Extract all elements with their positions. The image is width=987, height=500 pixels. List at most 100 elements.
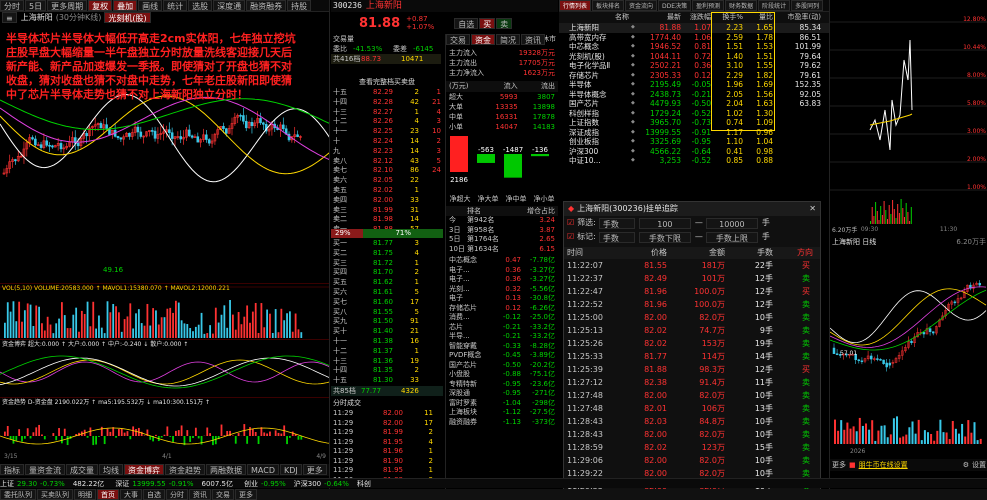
- netflow-tab-1[interactable]: 净大单: [474, 194, 502, 204]
- market-row[interactable]: 上海新阳 ◆ 81.88 1.07 2.23 1.65 85.34: [559, 23, 829, 33]
- detail-tab-2[interactable]: 简况: [496, 34, 520, 45]
- indicator-tab-0[interactable]: 指标: [0, 464, 24, 475]
- indicator-tab-9[interactable]: 更多: [302, 464, 327, 475]
- market-tab-3[interactable]: DDE决策: [658, 0, 692, 11]
- menu-button[interactable]: ≡: [2, 12, 17, 23]
- nav-item-1[interactable]: 大事: [120, 489, 142, 500]
- market-tab-6[interactable]: 阶段统计: [758, 0, 791, 11]
- sector-name[interactable]: 深股通: [449, 389, 491, 399]
- queue-tab-2[interactable]: 明细: [74, 489, 96, 500]
- toolbar-button-10[interactable]: 持股: [287, 0, 312, 11]
- sector-name[interactable]: 光刻...: [449, 285, 491, 295]
- self-select-button[interactable]: 自选: [454, 17, 479, 29]
- detail-tab[interactable]: 分时成交: [333, 398, 361, 408]
- sector-name[interactable]: 半导...: [449, 332, 491, 342]
- market-tab-0[interactable]: 行情列表: [559, 0, 592, 11]
- filter1-to[interactable]: 10000: [705, 217, 758, 229]
- buy-button[interactable]: 买: [479, 17, 496, 29]
- filter1-from[interactable]: 100: [638, 217, 691, 229]
- view-queue-link[interactable]: 查看完整档买卖盘: [359, 77, 415, 87]
- indicator-tab-2[interactable]: 成交量: [66, 464, 98, 475]
- sector-name[interactable]: 芯片: [449, 323, 491, 333]
- filter2-to[interactable]: 手数上限: [705, 231, 758, 243]
- market-row[interactable]: 国产芯片 ◆ 4479.93 -0.50 2.04 1.63 63.83: [559, 99, 829, 109]
- indicator-tab-3[interactable]: 均线: [99, 464, 123, 475]
- market-tab-4[interactable]: 盈利预测: [692, 0, 725, 11]
- filter1-checkbox[interactable]: ☑: [567, 216, 574, 230]
- toolbar-button-5[interactable]: 画线: [138, 0, 163, 11]
- filter1-select[interactable]: 手数: [598, 217, 635, 229]
- detail-tab-0[interactable]: 交易: [446, 34, 470, 45]
- sector-name[interactable]: 中芯概念: [449, 256, 491, 266]
- sector-name[interactable]: 智能穿戴: [449, 342, 491, 352]
- market-tab-2[interactable]: 资金流向: [625, 0, 658, 11]
- toolbar-button-9[interactable]: 融资融券: [246, 0, 287, 11]
- indicator-tab-1[interactable]: 量资金流: [25, 464, 65, 475]
- sector-name[interactable]: 电子...: [449, 275, 491, 285]
- nav-item-4[interactable]: 资讯: [189, 489, 211, 500]
- indicator-tab-5[interactable]: 资金趋势: [165, 464, 205, 475]
- market-row[interactable]: 存储芯片 ◆ 2305.33 0.12 2.29 1.82 79.61: [559, 71, 829, 81]
- market-row[interactable]: 中芯概念 ◆ 1946.52 0.81 1.51 1.53 101.99: [559, 42, 829, 52]
- market-row[interactable]: 科创样指 ◆ 1729.24 -0.52 1.02 1.30: [559, 109, 829, 119]
- market-row[interactable]: 上证指数 ◆ 3965.70 -0.73 0.74 1.09: [559, 118, 829, 128]
- indicator-tab-7[interactable]: MACD: [247, 464, 279, 475]
- indicator-tab-6[interactable]: 两融数据: [206, 464, 246, 475]
- market-row[interactable]: 中证10... ◆ 3,253 -0.52 0.85 0.88: [559, 156, 829, 166]
- ad-right[interactable]: 设置: [972, 459, 986, 471]
- more-link[interactable]: 更多: [832, 459, 846, 471]
- market-row[interactable]: 半导体概念 ◆ 2438.73 -0.21 2.05 1.56 92.05: [559, 90, 829, 100]
- toolbar-button-1[interactable]: 5日: [25, 0, 47, 11]
- sector-name[interactable]: 富时罗素: [449, 399, 491, 409]
- sector-name[interactable]: 上海板块: [449, 408, 491, 418]
- filter2-checkbox[interactable]: ☑: [567, 230, 574, 244]
- nav-item-3[interactable]: 分时: [166, 489, 188, 500]
- sector-name[interactable]: 电子: [449, 294, 491, 304]
- netflow-tab-0[interactable]: 净超大: [446, 194, 474, 204]
- nav-item-0[interactable]: 首页: [97, 489, 119, 500]
- toolbar-button-8[interactable]: 深度通: [213, 0, 246, 11]
- sell-button[interactable]: 卖: [496, 17, 513, 29]
- popup-close-icon[interactable]: ✕: [809, 202, 816, 216]
- ad-label[interactable]: 朋牛币在线设置: [859, 459, 908, 471]
- market-row[interactable]: 沪深300 ◆ 4566.22 -0.64 0.41 0.98: [559, 147, 829, 157]
- sector-name[interactable]: 存储芯片: [449, 304, 491, 314]
- indicator-tab-8[interactable]: KDJ: [279, 464, 302, 475]
- toolbar-button-6[interactable]: 统计: [163, 0, 188, 11]
- filter2-select[interactable]: 手数: [598, 231, 635, 243]
- nav-item-2[interactable]: 自选: [143, 489, 165, 500]
- concept-tag[interactable]: 光刻机(股): [104, 12, 151, 23]
- detail-tab-3[interactable]: 资讯: [521, 34, 545, 45]
- sector-name[interactable]: 国产芯片: [449, 361, 491, 371]
- gear-icon[interactable]: ⚙: [963, 459, 969, 471]
- sector-name[interactable]: 小盘股: [449, 370, 491, 380]
- netflow-tab-3[interactable]: 净小单: [530, 194, 558, 204]
- queue-tab-1[interactable]: 买卖队列: [37, 489, 73, 500]
- toolbar-button-0[interactable]: 分时: [0, 0, 24, 11]
- indicator-tab-4[interactable]: 资金博弈: [124, 464, 164, 475]
- market-row[interactable]: 光刻机(股) ◆ 1044.11 0.72 1.40 1.51 79.64: [559, 52, 829, 62]
- toolbar-button-7[interactable]: 选股: [188, 0, 213, 11]
- sector-name[interactable]: 电子...: [449, 266, 491, 276]
- market-row[interactable]: 高带宽内存 ◆ 1774.40 1.06 2.59 1.78 86.51: [559, 33, 829, 43]
- toolbar-button-3[interactable]: 复权: [88, 0, 113, 11]
- netflow-tab-2[interactable]: 净中单: [502, 194, 530, 204]
- detail-tab-1[interactable]: 资金: [471, 34, 495, 45]
- sector-name[interactable]: 融资融券: [449, 418, 491, 428]
- market-row[interactable]: 深证成指 ◆ 13999.55 -0.91 1.17 0.96: [559, 128, 829, 138]
- market-row[interactable]: 创业板指 ◆ 3325.69 -0.95 1.10 1.04: [559, 137, 829, 147]
- toolbar-button-2[interactable]: 更多周期: [47, 0, 88, 11]
- sector-name[interactable]: PVDF概念: [449, 351, 491, 361]
- market-row[interactable]: 半导体 ◆ 2195.49 -0.05 1.96 1.69 152.35: [559, 80, 829, 90]
- nav-item-5[interactable]: 交易: [212, 489, 234, 500]
- market-tab-1[interactable]: 板块排名: [592, 0, 625, 11]
- sector-name[interactable]: 消费...: [449, 313, 491, 323]
- market-tab-7[interactable]: 多股同列: [791, 0, 824, 11]
- filter2-from[interactable]: 手数下限: [638, 231, 691, 243]
- market-row[interactable]: 电子化学品Ⅱ ◆ 2502.21 0.36 3.10 1.55 79.62: [559, 61, 829, 71]
- sector-name[interactable]: 专精特新: [449, 380, 491, 390]
- nav-item-6[interactable]: 更多: [235, 489, 257, 500]
- queue-tab-0[interactable]: 委托队列: [0, 489, 36, 500]
- toolbar-button-4[interactable]: 叠加: [113, 0, 138, 11]
- market-tab-5[interactable]: 财务数据: [725, 0, 758, 11]
